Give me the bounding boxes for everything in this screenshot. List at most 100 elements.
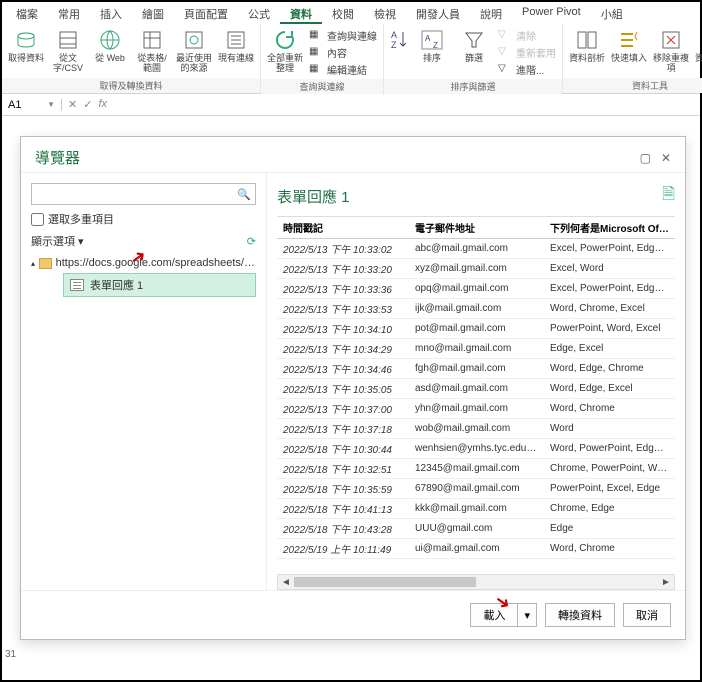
- tree-leaf-selected[interactable]: 表單回應 1: [63, 273, 256, 297]
- ribbon-tab[interactable]: 說明: [470, 2, 512, 24]
- close-icon[interactable]: ✕: [661, 151, 671, 165]
- table-row[interactable]: 2022/5/18 下午 10:41:13kkk@mail.gmail.comC…: [277, 499, 675, 519]
- dialog-title: 導覽器: [35, 147, 80, 168]
- ribbon-small-item[interactable]: ▦查詢與連線: [309, 28, 377, 43]
- ribbon-tab[interactable]: 繪圖: [132, 2, 174, 24]
- table-row[interactable]: 2022/5/13 下午 10:33:02abc@mail.gmail.comE…: [277, 239, 675, 259]
- ribbon-button[interactable]: 快速填入: [609, 26, 649, 66]
- ribbon-button[interactable]: 取得資料: [6, 26, 46, 66]
- ribbon-tab[interactable]: 開發人員: [406, 2, 470, 24]
- horizontal-scrollbar[interactable]: ◄ ►: [277, 574, 675, 590]
- refresh-icon: [273, 28, 297, 52]
- sort-az-icon: AZ: [387, 28, 411, 52]
- ribbon-small-item: ▽重新套用: [498, 45, 556, 60]
- table-row[interactable]: 2022/5/13 下午 10:34:29mno@mail.gmail.comE…: [277, 339, 675, 359]
- restore-icon[interactable]: ▢: [640, 151, 651, 165]
- tool-icon: [575, 28, 599, 52]
- ribbon-tab[interactable]: 檔案: [6, 2, 48, 24]
- filter-button[interactable]: 篩選: [454, 26, 494, 66]
- group-data-tools: 資料剖析快速填入移除重複項資料驗證 資料工具: [563, 24, 702, 93]
- ribbon-button[interactable]: 移除重複項: [651, 26, 691, 76]
- table-row[interactable]: 2022/5/18 下午 10:35:5967890@mail.gmail.co…: [277, 479, 675, 499]
- group-sort-filter: AZ AZ 排序 篩選 ▽清除▽重新套用▽進階... 排序與篩選: [384, 24, 563, 93]
- ribbon-tab[interactable]: 插入: [90, 2, 132, 24]
- sort-az-button[interactable]: AZ: [388, 26, 410, 56]
- dialog-footer: ➜ 載入 ▾ 轉換資料 取消: [21, 590, 685, 639]
- group-label: 取得及轉換資料: [2, 78, 260, 93]
- data-source-icon: [140, 28, 164, 52]
- sort-icon: AZ: [420, 28, 444, 52]
- ribbon-small-item: ▽清除: [498, 28, 556, 43]
- ribbon-tab[interactable]: Power Pivot: [512, 2, 591, 24]
- load-button[interactable]: 載入: [470, 603, 518, 627]
- queries-small: ▦查詢與連線 ▦內容 ▦編輯連結: [307, 26, 379, 79]
- preview-refresh-icon[interactable]: 🗎: [662, 183, 675, 210]
- group-queries: 全部重新整理 ▦查詢與連線▦內容▦編輯連結 查詢與連線: [261, 24, 384, 93]
- display-options-dropdown[interactable]: 顯示選項 ▾: [31, 233, 84, 249]
- table-row[interactable]: 2022/5/13 下午 10:34:46fgh@mail.gmail.comW…: [277, 359, 675, 379]
- search-input[interactable]: [36, 188, 237, 200]
- ribbon-tab[interactable]: 小組: [591, 2, 633, 24]
- table-row[interactable]: 2022/5/13 下午 10:33:20xyz@mail.gmail.comE…: [277, 259, 675, 279]
- table-row[interactable]: 2022/5/13 下午 10:37:00yhn@mail.gmail.comW…: [277, 399, 675, 419]
- ribbon-button[interactable]: 從文字/CSV: [48, 26, 88, 76]
- ribbon-button[interactable]: 現有連線: [216, 26, 256, 66]
- tree-root[interactable]: ▴ https://docs.google.com/spreadsheets/d…: [31, 255, 256, 271]
- ribbon-tab[interactable]: 資料: [280, 2, 322, 24]
- column-header[interactable]: 下列何者是Microsoft Office軟體？: [544, 217, 675, 239]
- cancel-button[interactable]: 取消: [623, 603, 671, 627]
- svg-text:A: A: [391, 30, 397, 40]
- name-box[interactable]: A1▼: [2, 99, 62, 111]
- link-icon: ▦: [309, 29, 323, 43]
- nav-panel: 🔍 選取多重項目 顯示選項 ▾ ⟳ ▴ https://docs.google.…: [21, 173, 267, 590]
- cancel-icon[interactable]: ✕: [68, 98, 77, 111]
- collapse-icon[interactable]: ▴: [31, 259, 35, 268]
- sheet-icon: [70, 279, 84, 291]
- ribbon-tab[interactable]: 常用: [48, 2, 90, 24]
- refresh-tree-icon[interactable]: ⟳: [247, 235, 256, 248]
- table-row[interactable]: 2022/5/13 下午 10:34:10pot@mail.gmail.comP…: [277, 319, 675, 339]
- load-dropdown-button[interactable]: ▾: [518, 603, 537, 627]
- filter-action-icon: ▽: [498, 63, 512, 77]
- ribbon-button[interactable]: 最近使用的來源: [174, 26, 214, 76]
- preview-panel: 表單回應 1 🗎 時間戳記電子郵件地址下列何者是Microsoft Office…: [267, 173, 685, 590]
- ribbon-small-item[interactable]: ▦內容: [309, 45, 377, 60]
- scroll-thumb[interactable]: [294, 577, 476, 587]
- row-header-strip: [4, 136, 18, 640]
- column-header[interactable]: 電子郵件地址: [409, 217, 544, 239]
- table-row[interactable]: 2022/5/13 下午 10:33:53ijk@mail.gmail.comW…: [277, 299, 675, 319]
- ribbon-small-item[interactable]: ▦編輯連結: [309, 62, 377, 77]
- ribbon-small-item[interactable]: ▽進階...: [498, 62, 556, 77]
- scroll-left-icon[interactable]: ◄: [278, 577, 294, 588]
- ribbon-button[interactable]: 從表格/範圍: [132, 26, 172, 76]
- search-icon: 🔍: [237, 188, 251, 201]
- ribbon-tab[interactable]: 校閱: [322, 2, 364, 24]
- sort-button[interactable]: AZ 排序: [412, 26, 452, 66]
- ribbon-tab[interactable]: 檢視: [364, 2, 406, 24]
- data-source-icon: [14, 28, 38, 52]
- refresh-all-button[interactable]: 全部重新整理: [265, 26, 305, 76]
- ribbon-tab[interactable]: 公式: [238, 2, 280, 24]
- table-row[interactable]: 2022/5/18 下午 10:30:44wenhsien@ymhs.tyc.e…: [277, 439, 675, 459]
- table-row[interactable]: 2022/5/19 上午 10:11:49ui@mail.gmail.comWo…: [277, 539, 675, 559]
- table-row[interactable]: 2022/5/13 下午 10:35:05asd@mail.gmail.comW…: [277, 379, 675, 399]
- scroll-right-icon[interactable]: ►: [658, 577, 674, 588]
- column-header[interactable]: 時間戳記: [277, 217, 409, 239]
- filter-icon: [462, 28, 486, 52]
- ribbon-tab[interactable]: 頁面配置: [174, 2, 238, 24]
- svg-text:A: A: [425, 34, 431, 43]
- table-row[interactable]: 2022/5/18 下午 10:32:5112345@mail.gmail.co…: [277, 459, 675, 479]
- transform-button[interactable]: 轉換資料: [545, 603, 615, 627]
- svg-text:Z: Z: [391, 40, 397, 50]
- confirm-icon[interactable]: ✓: [83, 98, 92, 111]
- multi-select-checkbox[interactable]: 選取多重項目: [31, 211, 256, 227]
- table-row[interactable]: 2022/5/13 下午 10:33:36opq@mail.gmail.comE…: [277, 279, 675, 299]
- table-row[interactable]: 2022/5/18 下午 10:43:28UUU@gmail.comEdge: [277, 519, 675, 539]
- fx-icon[interactable]: fx: [98, 98, 107, 111]
- ribbon-button[interactable]: 資料驗證: [693, 26, 702, 66]
- row-number: 31: [5, 649, 16, 660]
- nav-search[interactable]: 🔍: [31, 183, 256, 205]
- ribbon-button[interactable]: 從 Web: [90, 26, 130, 66]
- ribbon-button[interactable]: 資料剖析: [567, 26, 607, 66]
- table-row[interactable]: 2022/5/13 下午 10:37:18wob@mail.gmail.comW…: [277, 419, 675, 439]
